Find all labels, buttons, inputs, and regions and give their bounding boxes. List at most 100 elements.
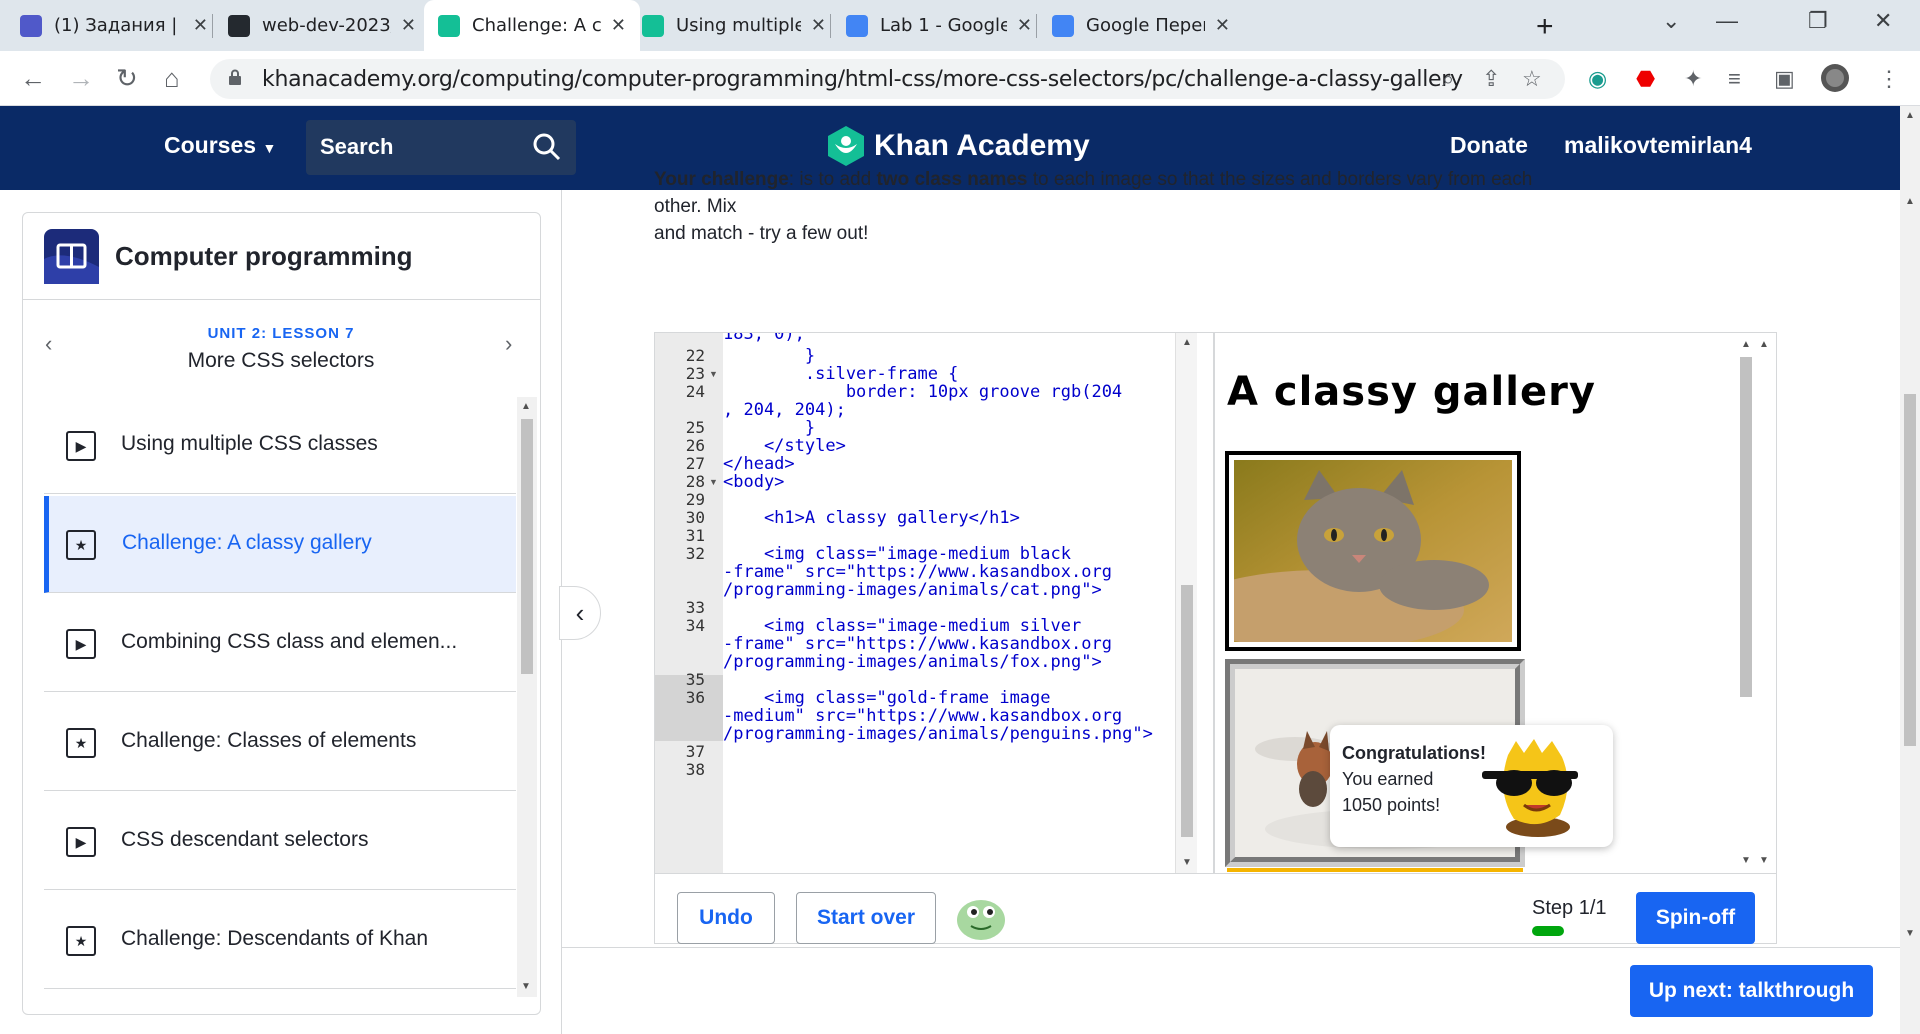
new-tab-button[interactable]: + bbox=[1536, 10, 1554, 44]
bookmark-star-icon[interactable]: ☆ bbox=[1522, 66, 1542, 92]
lesson-item-list: ▶ Using multiple CSS classes ★ Challenge: A… bbox=[44, 397, 516, 997]
tab-search-icon[interactable]: ⌄ bbox=[1662, 8, 1680, 34]
tab-separator bbox=[1036, 14, 1037, 38]
search-icon bbox=[533, 133, 561, 161]
play-icon: ▶ bbox=[66, 629, 96, 659]
editor-scroll-up-icon[interactable]: ▲ bbox=[1182, 337, 1192, 348]
side-panel-icon[interactable]: ▣ bbox=[1774, 66, 1795, 92]
close-tab-icon[interactable]: ✕ bbox=[611, 15, 626, 36]
adblock-icon[interactable]: ⬣ bbox=[1636, 66, 1655, 92]
page-scroll-thumb[interactable] bbox=[1904, 394, 1916, 746]
collapse-sidebar-button[interactable]: ‹ bbox=[559, 586, 601, 640]
up-next-button[interactable]: Up next: talkthrough bbox=[1630, 965, 1873, 1017]
editor-scroll-thumb[interactable] bbox=[1181, 585, 1193, 837]
fold-arrow-icon[interactable]: ▼ bbox=[709, 477, 718, 487]
page-scrollbar[interactable]: ▲ ▲ ▼ bbox=[1900, 106, 1920, 1034]
start-over-button[interactable]: Start over bbox=[796, 892, 936, 944]
lesson-item[interactable]: ★ Challenge: Descendants of Khan bbox=[44, 892, 516, 989]
close-window-icon[interactable]: ✕ bbox=[1874, 8, 1892, 34]
browser-tab[interactable]: Lab 1 - Google Doc ✕ bbox=[832, 0, 1046, 51]
editor-scrollbar[interactable]: ▲ ▼ bbox=[1175, 333, 1197, 873]
code-line: <h1>A classy gallery</h1> bbox=[723, 508, 1020, 528]
undo-button[interactable]: Undo bbox=[677, 892, 775, 944]
play-icon: ▶ bbox=[66, 431, 96, 461]
forward-icon[interactable]: → bbox=[68, 63, 94, 94]
home-icon[interactable]: ⌂ bbox=[164, 63, 180, 94]
close-tab-icon[interactable]: ✕ bbox=[401, 15, 416, 36]
course-title[interactable]: Computer programming bbox=[115, 241, 413, 272]
cat-image-black-frame bbox=[1215, 451, 1521, 651]
fold-arrow-icon[interactable]: ▼ bbox=[709, 369, 718, 379]
preview-scrollbar[interactable]: ▲ ▼ bbox=[1735, 333, 1757, 873]
khan-academy-logo[interactable]: Khan Academy bbox=[828, 126, 1090, 166]
preview-scroll-down-icon[interactable]: ▼ bbox=[1741, 855, 1751, 866]
minimize-icon[interactable]: — bbox=[1716, 8, 1738, 34]
search-box[interactable]: Search bbox=[306, 120, 576, 175]
profile-avatar[interactable] bbox=[1820, 63, 1850, 99]
points-toast: Congratulations! You earned 1050 points! bbox=[1330, 725, 1613, 847]
toast-line-1: You earned bbox=[1342, 769, 1434, 789]
scroll-down-arrow-icon[interactable]: ▼ bbox=[521, 981, 531, 992]
browser-tab[interactable]: web-dev-2023/Lab ✕ bbox=[214, 0, 430, 51]
lesson-item-label: Using multiple CSS classes bbox=[121, 432, 378, 455]
share-icon[interactable]: ⇪ bbox=[1482, 66, 1500, 92]
lesson-item[interactable]: ▶ Combining CSS class and elemen... bbox=[44, 595, 516, 692]
tab-title: web-dev-2023/Lab bbox=[262, 15, 391, 36]
user-menu[interactable]: malikovtemirlan4 bbox=[1564, 132, 1752, 159]
spin-off-button[interactable]: Spin-off bbox=[1636, 892, 1755, 944]
close-tab-icon[interactable]: ✕ bbox=[193, 15, 208, 36]
page-scroll-up-icon[interactable]: ▲ bbox=[1905, 110, 1915, 121]
zoom-icon[interactable]: ⌕ bbox=[1442, 66, 1454, 92]
page-scroll-up-icon-2[interactable]: ▲ bbox=[1905, 196, 1915, 207]
play-icon: ▶ bbox=[66, 827, 96, 857]
close-tab-icon[interactable]: ✕ bbox=[811, 15, 826, 36]
editor-footer: Undo Start over Step 1/1 Spin-off bbox=[655, 873, 1776, 945]
browser-tab[interactable]: Using multiple CSS ✕ bbox=[628, 0, 840, 51]
tab-title: Challenge: A classy bbox=[472, 15, 601, 36]
lesson-item-label: Combining CSS class and elemen... bbox=[121, 630, 458, 653]
donate-link[interactable]: Donate bbox=[1450, 132, 1528, 159]
url-text[interactable]: khanacademy.org/computing/computer-progr… bbox=[262, 67, 1463, 92]
lesson-item[interactable]: ▶ CSS descendant selectors bbox=[44, 793, 516, 890]
sidebar-scroll-thumb[interactable] bbox=[521, 419, 533, 674]
browser-tab[interactable]: (1) Задания | Micro ✕ bbox=[6, 0, 222, 51]
back-icon[interactable]: ← bbox=[20, 63, 46, 94]
editor-scroll-down-icon[interactable]: ▼ bbox=[1182, 857, 1192, 868]
extension-icon[interactable]: ◉ bbox=[1588, 66, 1607, 92]
outer-scroll-up-icon[interactable]: ▲ bbox=[1759, 339, 1769, 350]
tab-separator bbox=[212, 14, 213, 38]
preview-scroll-up-icon[interactable]: ▲ bbox=[1741, 339, 1751, 350]
lesson-item[interactable]: ▶ Using multiple CSS classes bbox=[44, 397, 516, 494]
browser-menu-icon[interactable]: ⋮ bbox=[1878, 66, 1900, 92]
challenge-instructions: Your challenge: is to add two class name… bbox=[654, 169, 1584, 247]
close-tab-icon[interactable]: ✕ bbox=[1017, 15, 1032, 36]
courses-label: Courses bbox=[164, 132, 257, 158]
outer-scroll-down-icon[interactable]: ▼ bbox=[1759, 855, 1769, 866]
instructions-text-3: and match - try a few out! bbox=[654, 223, 869, 244]
lesson-item[interactable]: ★ Challenge: A classy gallery bbox=[44, 496, 516, 593]
browser-tab[interactable]: Challenge: A classy ✕ bbox=[424, 0, 640, 51]
close-tab-icon[interactable]: ✕ bbox=[1215, 15, 1230, 36]
khan-icon bbox=[438, 14, 460, 37]
sidebar-scrollbar[interactable]: ▲ ▼ bbox=[517, 397, 537, 997]
scroll-up-arrow-icon[interactable]: ▲ bbox=[521, 401, 531, 412]
preview-scroll-thumb[interactable] bbox=[1740, 357, 1752, 697]
extensions-puzzle-icon[interactable]: ✦ bbox=[1684, 66, 1702, 92]
courses-menu[interactable]: Courses ▼ bbox=[164, 132, 276, 159]
star-icon: ★ bbox=[66, 530, 96, 560]
browser-tab[interactable]: Google Переводчи ✕ bbox=[1038, 0, 1244, 51]
reload-icon[interactable]: ↻ bbox=[116, 63, 138, 94]
code-editor[interactable]: 183, 0); } .silver-frame { border: 10px … bbox=[723, 333, 1175, 873]
restore-icon[interactable]: ❐ bbox=[1808, 8, 1828, 34]
toast-title: Congratulations! bbox=[1342, 743, 1486, 763]
caret-down-icon: ▼ bbox=[262, 140, 277, 156]
page-scroll-down-icon[interactable]: ▼ bbox=[1905, 928, 1915, 939]
address-bar[interactable]: khanacademy.org/computing/computer-progr… bbox=[210, 59, 1565, 99]
next-lesson-chevron-icon[interactable]: › bbox=[505, 331, 512, 357]
line-number: 36 bbox=[685, 688, 705, 707]
khan-leaf-icon bbox=[828, 126, 864, 166]
star-icon: ★ bbox=[66, 926, 96, 956]
lesson-item[interactable]: ★ Challenge: Classes of elements bbox=[44, 694, 516, 791]
media-control-icon[interactable]: ≡ bbox=[1728, 66, 1741, 92]
lock-icon bbox=[229, 69, 241, 85]
